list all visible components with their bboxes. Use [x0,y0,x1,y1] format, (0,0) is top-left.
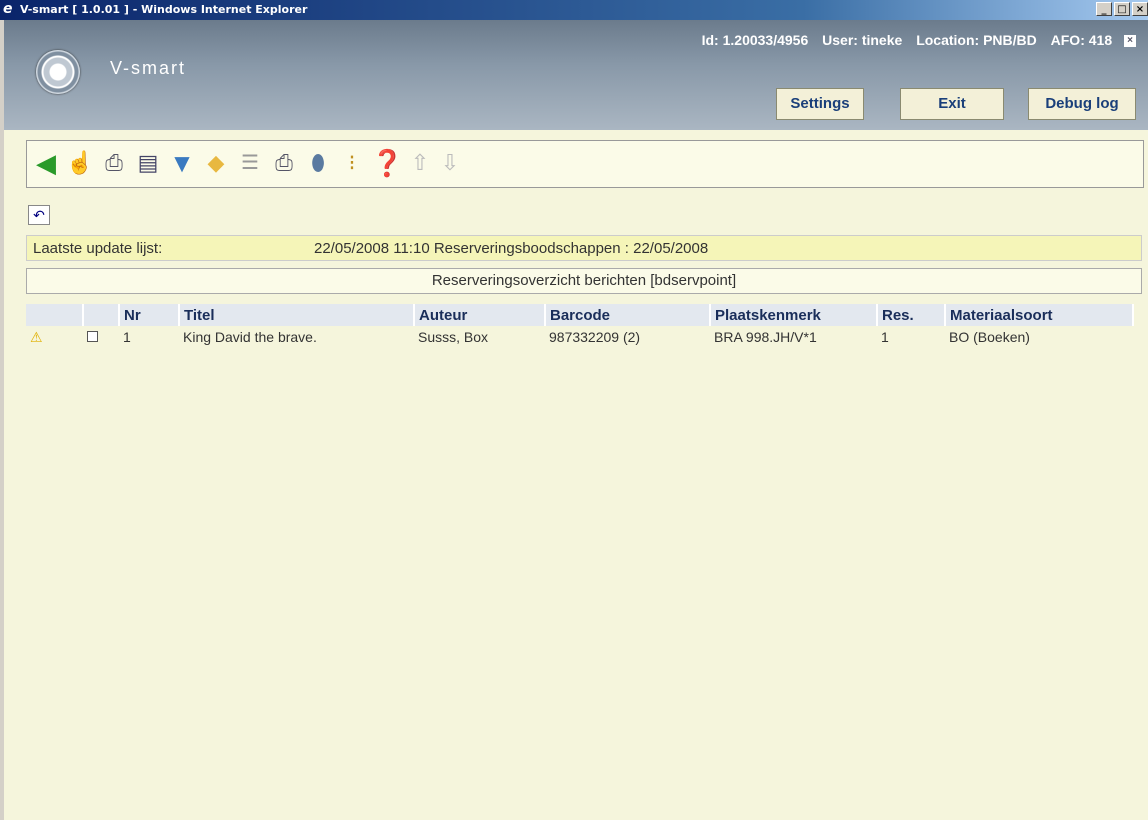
preview-icon[interactable]: ▤ [133,147,163,179]
cell-auteur: Susss, Box [418,329,489,345]
table-row[interactable]: ⚠ 1 King David the brave. Susss, Box 987… [26,326,1133,348]
col-barcode[interactable]: Barcode [545,304,711,326]
help-icon[interactable]: ❓ [371,147,403,179]
window-controls: _ □ × [1094,2,1148,16]
col-select [83,304,120,326]
up-arrow-icon[interactable]: ⇧ [405,147,435,179]
reservations-table: Nr Titel Auteur Barcode Plaatskenmerk Re… [26,304,1134,348]
app-logo-text: V-smart [110,58,187,78]
update-value: 22/05/2008 11:10 Reserveringsboodschappe… [314,240,709,257]
col-auteur[interactable]: Auteur [414,304,546,326]
down-arrow-icon[interactable]: ⇩ [435,147,465,179]
filter-icon[interactable]: ▼ [167,147,197,179]
window-titlebar: e V-smart [ 1.0.01 ] - Windows Internet … [0,0,1148,20]
close-window-button[interactable]: × [1132,2,1148,16]
session-location: Location: PNB/BD [916,32,1037,48]
undo-icon[interactable]: ↶ [28,205,50,225]
col-res[interactable]: Res. [877,304,946,326]
col-titel[interactable]: Titel [179,304,415,326]
traffic-light-icon[interactable]: ⁝ [337,147,367,179]
toolbar: ◀ ☝ ⎙ ▤ ▼ ◆ ☰ ⎙ ⬮ ⁝ ❓ ⇧ ⇩ [26,140,1144,188]
cell-nr: 1 [123,329,131,345]
window-title: V-smart [ 1.0.01 ] - Windows Internet Ex… [20,3,308,16]
vsmart-logo-icon [36,50,80,94]
list-caption: Reserveringsoverzicht berichten [bdservp… [26,268,1142,294]
col-plaatskenmerk[interactable]: Plaatskenmerk [710,304,878,326]
maximize-button[interactable]: □ [1114,2,1130,16]
settings-button[interactable]: Settings [776,88,864,120]
session-user: User: tineke [822,32,903,48]
col-materiaalsoort[interactable]: Materiaalsoort [945,304,1134,326]
cell-res: 1 [881,329,889,345]
update-bar: Laatste update lijst: 22/05/2008 11:10 R… [26,235,1142,261]
trash-icon[interactable]: ⬮ [303,147,333,179]
minimize-button[interactable]: _ [1096,2,1112,16]
cell-materiaalsoort: BO (Boeken) [949,329,1030,345]
session-afo: AFO: 418 [1050,32,1113,48]
exit-button[interactable]: Exit [900,88,1004,120]
tag-icon[interactable]: ◆ [201,147,231,179]
col-nr[interactable]: Nr [119,304,180,326]
col-warn [26,304,84,326]
close-session-icon[interactable]: × [1124,35,1136,48]
numbered-list-icon[interactable]: ☰ [235,147,265,179]
session-info: Id: 1.20033/4956 User: tineke Location: … [692,32,1136,48]
select-hand-icon[interactable]: ☝ [65,147,95,179]
app-header: V-smart Id: 1.20033/4956 User: tineke Lo… [4,20,1148,130]
update-label: Laatste update lijst: [33,240,163,257]
cell-plaatskenmerk: BRA 998.JH/V*1 [714,329,817,345]
cell-titel: King David the brave. [183,329,317,345]
table-header-row: Nr Titel Auteur Barcode Plaatskenmerk Re… [26,304,1134,326]
debug-log-button[interactable]: Debug log [1028,88,1136,120]
print-icon[interactable]: ⎙ [99,147,129,179]
row-checkbox[interactable] [83,326,119,348]
print-multi-icon[interactable]: ⎙ [269,147,299,179]
cell-barcode: 987332209 (2) [549,329,641,345]
warning-icon: ⚠ [30,328,43,345]
ie-icon: e [3,1,13,17]
session-id: Id: 1.20033/4956 [701,32,809,48]
back-arrow-icon[interactable]: ◀ [31,147,61,179]
